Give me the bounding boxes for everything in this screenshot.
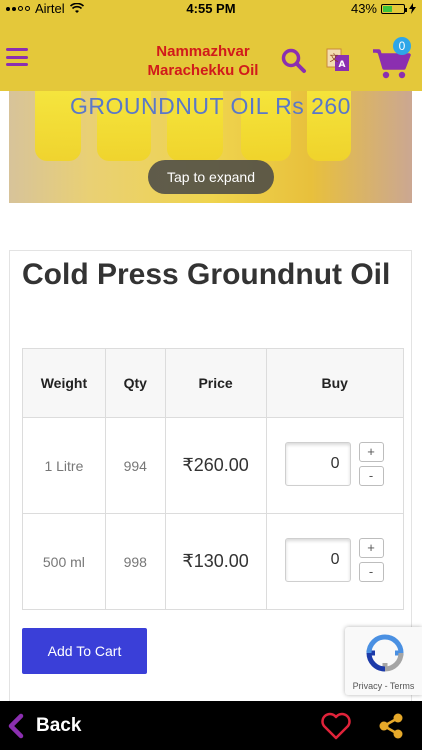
brand-line-2: Marachekku Oil xyxy=(147,62,259,79)
translate-icon[interactable]: 文 A xyxy=(325,47,351,73)
table-row: 1 Litre 994 ₹260.00 + - xyxy=(22,417,404,514)
app-header: Nammazhvar Marachekku Oil 文 A 0 xyxy=(0,18,422,91)
battery-icon xyxy=(381,3,407,14)
buy-cell: + - xyxy=(265,417,404,514)
column-header-weight: Weight xyxy=(22,348,106,418)
menu-icon[interactable] xyxy=(6,48,28,66)
column-header-price: Price xyxy=(164,348,267,418)
brand-logo[interactable]: Nammazhvar Marachekku Oil xyxy=(128,42,278,80)
table-header-row: Weight Qty Price Buy xyxy=(22,348,404,418)
stock-qty-cell: 998 xyxy=(104,513,166,610)
decrement-button[interactable]: - xyxy=(358,562,384,582)
charging-icon xyxy=(409,3,416,14)
buy-cell: + - xyxy=(265,513,404,610)
banner-caption: GROUNDNUT OIL Rs 260 xyxy=(70,93,351,119)
product-title: Cold Press Groundnut Oil xyxy=(22,258,391,291)
recaptcha-badge[interactable]: Privacy - Terms xyxy=(345,627,422,695)
increment-button[interactable]: + xyxy=(358,538,384,558)
column-header-qty: Qty xyxy=(104,348,166,418)
variants-table: Weight Qty Price Buy 1 Litre 994 ₹260.00… xyxy=(22,348,404,610)
recaptcha-icon xyxy=(366,634,404,672)
increment-button[interactable]: + xyxy=(358,442,384,462)
table-row: 500 ml 998 ₹130.00 + - xyxy=(22,513,404,610)
decrement-button[interactable]: - xyxy=(358,466,384,486)
recaptcha-links[interactable]: Privacy - Terms xyxy=(345,681,422,691)
weight-cell: 1 Litre xyxy=(22,417,106,514)
quantity-input[interactable] xyxy=(284,442,351,486)
weight-cell: 500 ml xyxy=(22,513,106,610)
svg-text:A: A xyxy=(339,60,346,70)
heart-icon[interactable] xyxy=(320,712,352,740)
tap-to-expand-button[interactable]: Tap to expand xyxy=(148,160,274,194)
stock-qty-cell: 994 xyxy=(104,417,166,514)
price-cell: ₹130.00 xyxy=(164,513,267,610)
column-header-buy: Buy xyxy=(265,348,404,418)
share-icon[interactable] xyxy=(377,712,405,740)
back-label: Back xyxy=(36,715,82,736)
back-chevron-icon xyxy=(8,713,24,739)
bottom-action-bar: Back xyxy=(0,701,422,750)
product-image-banner[interactable]: GROUNDNUT OIL Rs 260 Tap to expand xyxy=(9,91,412,203)
quantity-input[interactable] xyxy=(284,538,351,582)
battery-group: 43% xyxy=(351,1,416,16)
back-button[interactable]: Back xyxy=(8,713,81,739)
search-icon[interactable] xyxy=(281,48,307,74)
battery-percent: 43% xyxy=(350,1,377,16)
status-bar: Airtel 4:55 PM 43% xyxy=(0,0,422,18)
brand-line-1: Nammazhvar xyxy=(156,43,250,60)
add-to-cart-button[interactable]: Add To Cart xyxy=(22,628,147,674)
cart-count-badge: 0 xyxy=(393,37,411,55)
price-cell: ₹260.00 xyxy=(164,417,267,514)
svg-text:文: 文 xyxy=(329,52,338,64)
